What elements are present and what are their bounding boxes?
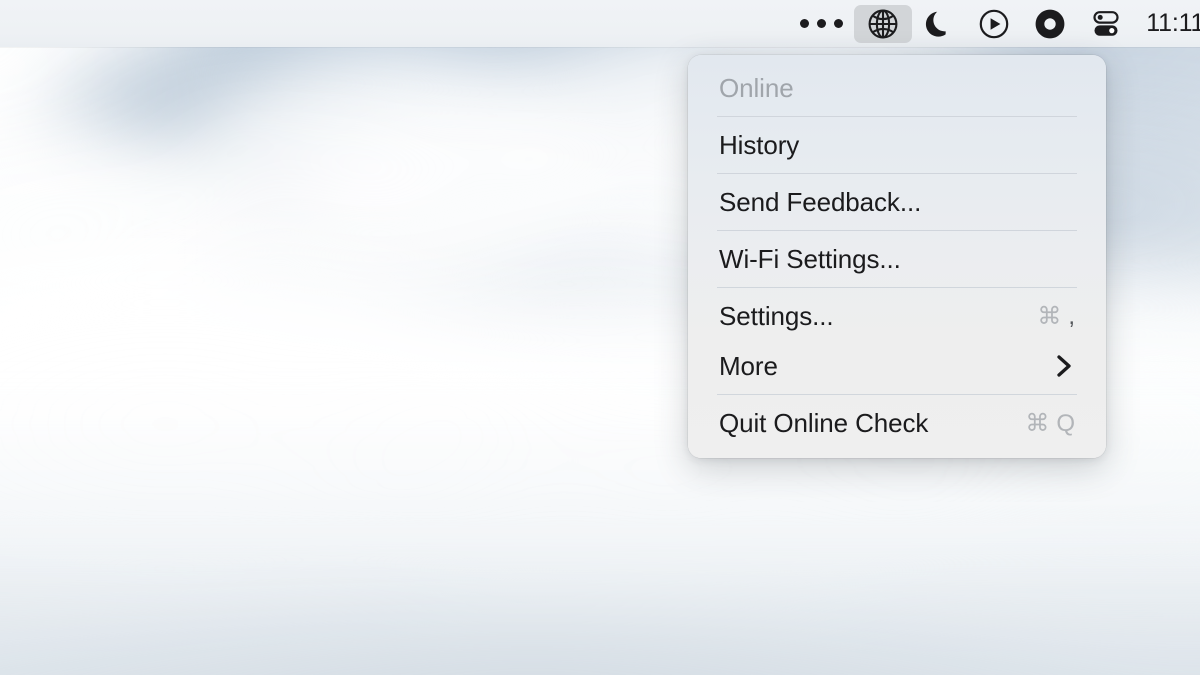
ellipsis-icon (800, 19, 844, 28)
menu-bar-item-more-items[interactable] (789, 5, 854, 43)
menu-separator (717, 394, 1077, 395)
play-circle-icon (979, 9, 1009, 38)
menu-item-shortcut: ⌘ , (1037, 302, 1075, 331)
menu-item-settings[interactable]: Settings... ⌘ , (688, 291, 1106, 341)
menu-separator (717, 230, 1077, 231)
menu-bar-item-do-not-disturb[interactable] (912, 5, 966, 43)
menu-item-label: More (719, 350, 778, 381)
command-key-icon: ⌘ (1037, 302, 1062, 330)
moon-icon (926, 11, 946, 37)
menu-item-label: Send Feedback... (719, 186, 922, 217)
screen-root: 11:11 A Online History Send Feedback... … (0, 0, 1200, 675)
menu-item-shortcut: ⌘ Q (1025, 409, 1075, 438)
menu-item-more[interactable]: More (688, 341, 1106, 391)
submenu-chevron-right-icon (1053, 352, 1075, 380)
menu-separator (717, 173, 1077, 174)
menu-item-send-feedback[interactable]: Send Feedback... (688, 177, 1106, 227)
menu-bar-clock[interactable]: 11:11 A (1134, 5, 1200, 43)
menu-bar-item-control-center[interactable] (1078, 5, 1134, 43)
menu-item-label: Online (719, 72, 794, 103)
menu-item-quit-online-check[interactable]: Quit Online Check ⌘ Q (688, 398, 1106, 448)
menu-item-status-online: Online (688, 63, 1106, 113)
online-check-dropdown-menu: Online History Send Feedback... Wi-Fi Se… (688, 55, 1106, 458)
menu-item-label: Settings... (719, 300, 834, 331)
menu-separator (717, 287, 1077, 288)
shortcut-key: , (1068, 302, 1075, 330)
menu-item-label: Wi-Fi Settings... (719, 243, 901, 274)
menu-item-label: Quit Online Check (719, 407, 929, 438)
command-key-icon: ⌘ (1025, 409, 1050, 437)
menu-bar: 11:11 A (0, 0, 1200, 47)
globe-icon (868, 9, 898, 38)
menu-bar-item-media-playback[interactable] (966, 5, 1022, 43)
menu-bar-item-online-check[interactable] (854, 4, 913, 43)
menu-item-label: History (719, 129, 800, 160)
shortcut-key: Q (1056, 409, 1075, 437)
record-donut-icon (1035, 9, 1065, 38)
menu-separator (717, 116, 1077, 117)
menu-item-wifi-settings[interactable]: Wi-Fi Settings... (688, 234, 1106, 284)
menu-item-history[interactable]: History (688, 120, 1106, 170)
menu-bar-item-screen-recording[interactable] (1022, 5, 1078, 43)
menu-bar-status-tray: 11:11 A (789, 0, 1200, 47)
control-center-icon (1093, 10, 1119, 36)
